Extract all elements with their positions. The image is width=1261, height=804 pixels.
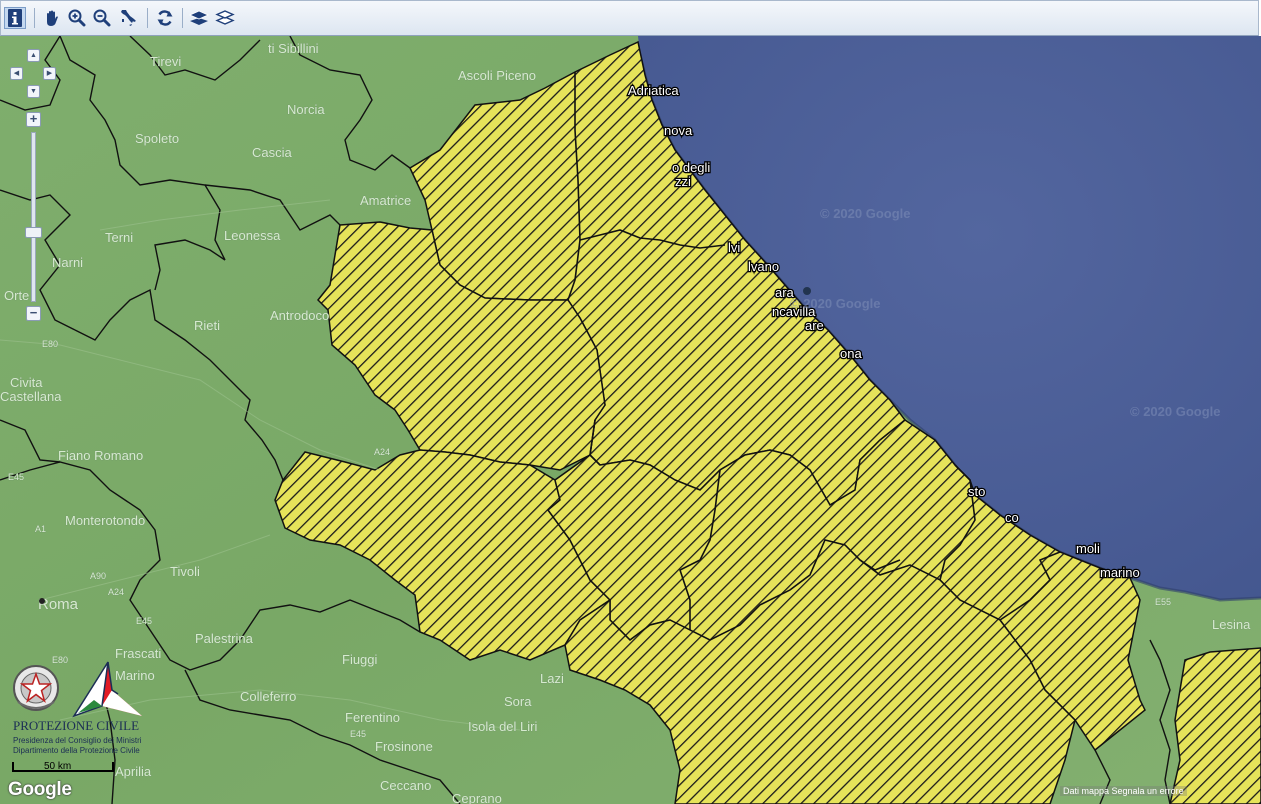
place-label: Fiano Romano (58, 448, 143, 463)
pan-up-button[interactable]: ▲ (27, 49, 40, 62)
italy-full-extent-button[interactable] (117, 7, 139, 29)
place-label: Lazi (540, 671, 564, 686)
google-logo: Google (8, 779, 72, 800)
protezione-civile-logo: PROTEZIONE CIVILE Presidenza del Consigl… (8, 624, 158, 755)
place-label: Orte (4, 288, 29, 303)
toolbar-separator (182, 8, 183, 28)
toolbar-separator (34, 8, 35, 28)
info-icon (8, 9, 22, 27)
place-label: Amatrice (360, 193, 411, 208)
roma-marker (39, 598, 45, 604)
coast-label: o degli (672, 160, 710, 175)
zoom-slider-thumb[interactable] (25, 227, 42, 238)
road-label: A1 (35, 524, 46, 534)
protezione-civile-symbol-icon (72, 661, 142, 718)
place-label: Ceccano (380, 778, 431, 793)
info-button[interactable] (4, 7, 26, 29)
coast-label: co (1005, 510, 1019, 525)
layers-outline-icon (215, 10, 235, 25)
toolbar-separator (147, 8, 148, 28)
place-label: ti Sibillini (268, 41, 319, 56)
layers-outline-button[interactable] (214, 7, 236, 29)
place-label: Ascoli Piceno (458, 68, 536, 83)
place-label: Monterotondo (65, 513, 145, 528)
logo-title: PROTEZIONE CIVILE (13, 718, 140, 733)
place-label: Palestrina (195, 631, 254, 646)
layers-icon (189, 10, 209, 25)
place-label: Fiuggi (342, 652, 378, 667)
road-label: A24 (374, 447, 390, 457)
map-canvas[interactable]: Tirevi Ascoli Piceno ti Sibillini Spolet… (0, 36, 1261, 804)
pan-down-button[interactable]: ▼ (27, 85, 40, 98)
scale-label: 50 km (44, 761, 72, 772)
watermark: © 2020 Google (790, 296, 881, 311)
zoom-in-control[interactable]: + (26, 112, 41, 127)
coast-label: zzi (675, 174, 691, 189)
place-label: Terni (105, 230, 133, 245)
road-label: E55 (1155, 597, 1171, 607)
place-label: Cascia (252, 145, 293, 160)
coast-label: nova (664, 123, 693, 138)
place-label: Rieti (194, 318, 220, 333)
island-marker (803, 287, 811, 295)
place-label: Roma (38, 596, 79, 613)
coast-label: moli (1076, 541, 1100, 556)
place-label: Aprilia (115, 764, 152, 779)
zoom-out-button[interactable] (91, 7, 113, 29)
place-label: Tirevi (150, 54, 181, 69)
zoom-in-button[interactable] (66, 7, 88, 29)
coast-label: lvano (748, 259, 779, 274)
place-label: Leonessa (224, 228, 281, 243)
zoom-out-control[interactable]: − (26, 306, 41, 321)
place-label: Ferentino (345, 710, 400, 725)
road-label: A24 (108, 587, 124, 597)
refresh-icon (157, 10, 173, 26)
zoom-slider-track[interactable] (31, 132, 36, 302)
coast-label: marino (1100, 565, 1140, 580)
coast-label: ona (840, 346, 862, 361)
logo-subtitle-1: Presidenza del Consiglio dei Ministri (13, 736, 142, 745)
road-label: E45 (8, 472, 24, 482)
coast-label: Adriatica (628, 83, 679, 98)
place-label: Tivoli (170, 564, 200, 579)
place-label: Isola del Liri (468, 719, 537, 734)
pan-left-button[interactable]: ◀ (10, 67, 23, 80)
place-label: Civita (10, 375, 43, 390)
place-label: Colleferro (240, 689, 296, 704)
hand-icon (47, 10, 58, 26)
coast-label: sto (968, 484, 985, 499)
logo-subtitle-2: Dipartimento della Protezione Civile (13, 746, 140, 755)
road-label: A90 (90, 571, 106, 581)
place-label: Lesina (1212, 617, 1251, 632)
watermark: © 2020 Google (820, 206, 911, 221)
place-label: Frosinone (375, 739, 433, 754)
layers-button[interactable] (188, 7, 210, 29)
republic-emblem-icon (13, 665, 59, 711)
pan-button[interactable] (41, 7, 63, 29)
coast-label: lvi (728, 240, 740, 255)
map-svg: Tirevi Ascoli Piceno ti Sibillini Spolet… (0, 36, 1261, 804)
coast-label: are (805, 318, 824, 333)
zoom-out-icon (93, 9, 111, 27)
place-label: Antrodoco (270, 308, 329, 323)
map-toolbar (0, 0, 1259, 36)
zoom-in-icon (68, 9, 86, 27)
place-label: Spoleto (135, 131, 179, 146)
italy-icon (121, 10, 136, 26)
place-label: Norcia (287, 102, 325, 117)
alert-zone-puglia (1169, 647, 1261, 804)
place-label: Castellana (0, 389, 62, 404)
watermark: © 2020 Google (1130, 404, 1221, 419)
place-label: Sora (504, 694, 532, 709)
road-label: E80 (42, 339, 58, 349)
place-label: Ceprano (452, 791, 502, 804)
road-label: E45 (350, 729, 366, 739)
pan-right-button[interactable]: ▶ (43, 67, 56, 80)
place-label: Narni (52, 255, 83, 270)
map-attribution[interactable]: Dati mappa Segnala un errore (1060, 786, 1187, 796)
refresh-button[interactable] (154, 7, 176, 29)
